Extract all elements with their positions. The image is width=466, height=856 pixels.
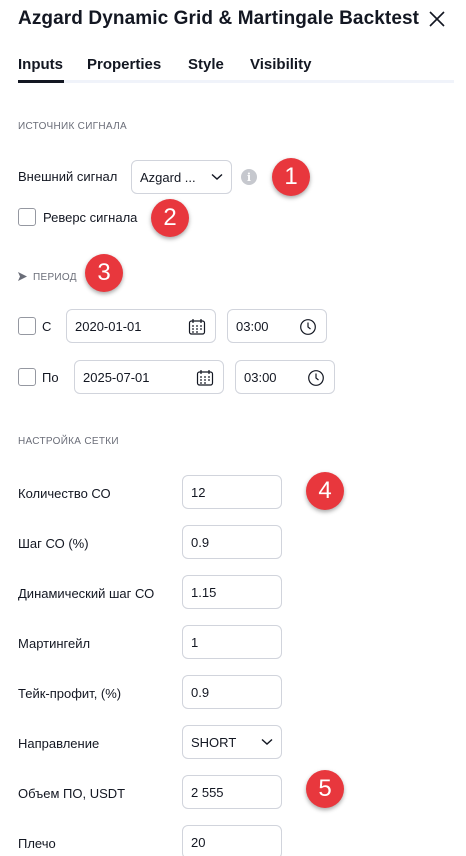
- clock-icon[interactable]: [307, 369, 325, 387]
- to-label: По: [42, 370, 59, 385]
- leverage-label: Плечо: [18, 836, 56, 851]
- calendar-icon[interactable]: [188, 318, 206, 336]
- from-time-input[interactable]: 03:00: [227, 309, 327, 343]
- clock-icon[interactable]: [299, 318, 317, 336]
- take-profit-input[interactable]: 0.9: [182, 675, 282, 709]
- leverage-input[interactable]: 20: [182, 825, 282, 856]
- martingale-input[interactable]: 1: [182, 625, 282, 659]
- active-tab-indicator: [18, 80, 64, 83]
- tabs-divider: [18, 80, 454, 83]
- martingale-label: Мартингейл: [18, 636, 91, 651]
- to-date-value: 2025-07-01: [83, 369, 150, 385]
- so-count-label: Количество СО: [18, 486, 111, 501]
- martingale-value: 1: [191, 634, 199, 650]
- leverage-value: 20: [191, 834, 206, 850]
- to-time-value: 03:00: [244, 369, 277, 385]
- chevron-down-icon: [261, 738, 273, 745]
- annotation-badge-4: 4: [306, 472, 344, 510]
- from-date-checkbox[interactable]: [18, 317, 36, 335]
- external-signal-label: Внешний сигнал: [18, 169, 118, 184]
- reverse-signal-label: Реверс сигнала: [43, 210, 138, 225]
- annotation-badge-1: 1: [272, 158, 310, 196]
- section-signal-source: ИСТОЧНИК СИГНАЛА: [18, 121, 127, 132]
- base-order-volume-value: 2 555: [191, 784, 224, 800]
- calendar-icon[interactable]: [196, 369, 214, 387]
- so-count-value: 12: [191, 484, 206, 500]
- from-date-value: 2020-01-01: [75, 318, 142, 334]
- from-label: С: [42, 319, 52, 334]
- tab-visibility[interactable]: Visibility: [250, 56, 311, 73]
- external-signal-value: Azgard ...: [140, 169, 196, 185]
- annotation-badge-3: 3: [85, 254, 123, 292]
- tab-style[interactable]: Style: [188, 56, 224, 73]
- annotation-badge-5: 5: [306, 770, 344, 808]
- so-step-input[interactable]: 0.9: [182, 525, 282, 559]
- period-label[interactable]: ПЕРИОД: [33, 272, 77, 283]
- dynamic-step-value: 1.15: [191, 584, 217, 600]
- base-order-volume-label: Объем ПО, USDT: [18, 786, 126, 801]
- direction-value: SHORT: [191, 734, 237, 750]
- dialog-title: Azgard Dynamic Grid & Martingale Backtes…: [18, 8, 420, 29]
- to-time-input[interactable]: 03:00: [235, 360, 335, 394]
- chevron-down-icon: [211, 173, 223, 180]
- tab-inputs[interactable]: Inputs: [18, 56, 63, 73]
- so-count-input[interactable]: 12: [182, 475, 282, 509]
- dynamic-step-label: Динамический шаг СО: [18, 586, 155, 601]
- info-icon[interactable]: i: [241, 169, 257, 185]
- from-date-input[interactable]: 2020-01-01: [66, 309, 216, 343]
- so-step-value: 0.9: [191, 534, 210, 550]
- tab-properties[interactable]: Properties: [87, 56, 161, 73]
- direction-select[interactable]: SHORT: [182, 725, 282, 759]
- reverse-signal-checkbox[interactable]: [18, 208, 36, 226]
- direction-label: Направление: [18, 736, 100, 751]
- base-order-volume-input[interactable]: 2 555: [182, 775, 282, 809]
- to-date-checkbox[interactable]: [18, 368, 36, 386]
- take-profit-label: Тейк-профит, (%): [18, 686, 122, 701]
- take-profit-value: 0.9: [191, 684, 210, 700]
- dynamic-step-input[interactable]: 1.15: [182, 575, 282, 609]
- external-signal-select[interactable]: Azgard ...: [131, 160, 232, 194]
- annotation-badge-2: 2: [151, 199, 189, 237]
- close-icon[interactable]: [427, 9, 447, 29]
- section-grid-settings: НАСТРОЙКА СЕТКИ: [18, 436, 119, 447]
- arrow-right-icon[interactable]: [18, 272, 27, 281]
- from-time-value: 03:00: [236, 318, 269, 334]
- to-date-input[interactable]: 2025-07-01: [74, 360, 224, 394]
- so-step-label: Шаг СО (%): [18, 536, 89, 551]
